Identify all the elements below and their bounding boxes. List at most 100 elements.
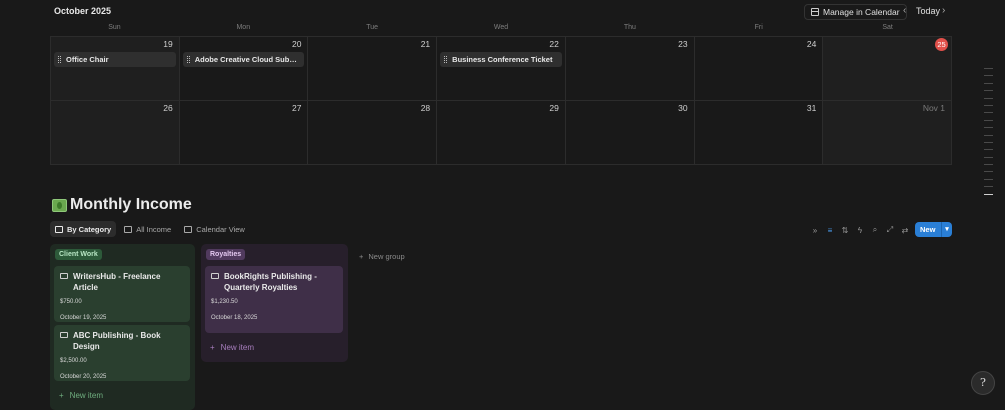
day-number: 20 xyxy=(291,39,302,49)
fullscreen-icon[interactable]: ⤢ xyxy=(886,225,894,235)
card-amount: $750.00 xyxy=(60,299,82,305)
calendar-week: 19 Office Chair 20 Adobe Creative Cloud … xyxy=(50,37,953,101)
calendar-event[interactable]: Adobe Creative Cloud Subscri... xyxy=(182,52,305,67)
weekday-label: Tue xyxy=(366,24,379,31)
calendar-day-cell[interactable]: 26 xyxy=(50,101,179,164)
card-title: ABC Publishing - Book Design xyxy=(60,330,184,352)
chevron-down-icon[interactable]: ▾ xyxy=(941,222,952,237)
board-card[interactable]: WritersHub - Freelance Article $750.00 O… xyxy=(54,266,190,322)
calendar-day-cell[interactable]: 24 xyxy=(693,37,823,100)
money-icon xyxy=(60,332,68,338)
event-title: Office Chair xyxy=(66,55,109,64)
outline-tick[interactable] xyxy=(984,156,993,158)
sort-icon[interactable]: ⇅ xyxy=(841,226,849,235)
outline-tick[interactable] xyxy=(984,82,993,84)
calendar-day-cell[interactable]: Nov 1 xyxy=(822,101,953,164)
calendar-day-cell[interactable]: 27 xyxy=(178,101,308,164)
day-number: Nov 1 xyxy=(922,103,946,113)
plus-icon: + xyxy=(59,391,64,400)
calendar-day-cell[interactable]: 21 xyxy=(307,37,436,100)
outline-tick[interactable] xyxy=(984,149,993,151)
month-title: October 2025 xyxy=(54,6,112,16)
board-group-royalties: Royalties BookRights Publishing - Quarte… xyxy=(201,244,348,362)
weekday-label: Sat xyxy=(882,24,893,31)
calendar-day-cell[interactable]: 31 xyxy=(693,101,823,164)
new-group-label: New group xyxy=(368,252,405,261)
filter-icon[interactable]: ≡ xyxy=(826,226,834,235)
page-outline-scrollbar[interactable] xyxy=(984,68,994,198)
outline-tick[interactable] xyxy=(984,97,993,99)
view-tabs: By Category All Income Calendar View xyxy=(50,221,250,237)
calendar-day-cell[interactable]: 22 Business Conference Ticket xyxy=(436,37,565,100)
outline-tick[interactable] xyxy=(984,141,993,143)
new-group-button[interactable]: + New group xyxy=(359,252,405,261)
calendar-event[interactable]: Office Chair xyxy=(54,52,176,67)
outline-tick-active[interactable] xyxy=(984,193,993,195)
calendar-day-cell[interactable]: 25 xyxy=(822,37,953,100)
outline-tick[interactable] xyxy=(984,104,993,106)
plus-icon: + xyxy=(359,252,364,261)
expand-views-icon[interactable]: » xyxy=(811,226,819,235)
calendar-week: 26 27 28 29 30 31 Nov 1 xyxy=(50,101,953,165)
outline-tick[interactable] xyxy=(984,171,993,173)
money-icon xyxy=(60,273,68,279)
card-title-text: WritersHub - Freelance Article xyxy=(73,272,161,292)
calendar-day-cell[interactable]: 28 xyxy=(307,101,436,164)
tab-label: By Category xyxy=(67,224,112,234)
new-item-button[interactable]: + New item xyxy=(210,343,254,352)
calendar-grid: 19 Office Chair 20 Adobe Creative Cloud … xyxy=(50,36,953,165)
weekday-label: Mon xyxy=(236,24,251,31)
tab-all-income[interactable]: All Income xyxy=(119,221,176,237)
outline-tick[interactable] xyxy=(984,119,993,121)
tab-label: Calendar View xyxy=(196,224,245,234)
outline-tick[interactable] xyxy=(984,127,993,129)
outline-tick[interactable] xyxy=(984,178,993,180)
outline-tick[interactable] xyxy=(984,164,993,166)
outline-tick[interactable] xyxy=(984,112,993,114)
outline-tick[interactable] xyxy=(984,186,993,188)
new-item-button[interactable]: + New item xyxy=(59,391,103,400)
day-number: 23 xyxy=(678,39,688,49)
card-date: October 19, 2025 xyxy=(60,315,107,321)
outline-tick[interactable] xyxy=(984,134,993,136)
board-card[interactable]: BookRights Publishing - Quarterly Royalt… xyxy=(205,266,343,333)
calendar-day-cell[interactable]: 20 Adobe Creative Cloud Subscri... xyxy=(178,37,308,100)
today-button[interactable]: Today xyxy=(916,6,940,16)
board-card[interactable]: ABC Publishing - Book Design $2,500.00 O… xyxy=(54,325,190,381)
automation-icon[interactable]: ϟ xyxy=(856,226,864,235)
group-tag[interactable]: Royalties xyxy=(206,249,246,260)
board-group-client-work: Client Work WritersHub - Freelance Artic… xyxy=(50,244,195,410)
calendar-day-cell[interactable]: 29 xyxy=(436,101,565,164)
settings-icon[interactable]: ⇄ xyxy=(901,226,909,235)
group-tag[interactable]: Client Work xyxy=(55,249,102,260)
card-amount: $1,230.50 xyxy=(211,299,238,305)
weekday-header: Sun Mon Tue Wed Thu Fri Sat xyxy=(50,24,952,36)
chevron-right-icon[interactable]: › xyxy=(942,5,945,16)
tab-calendar-view[interactable]: Calendar View xyxy=(179,221,250,237)
weekday-label: Fri xyxy=(754,24,763,31)
weekday-label: Thu xyxy=(623,24,636,31)
new-button[interactable]: New ▾ xyxy=(915,222,952,237)
calendar-header: October 2025 Manage in Calendar ‹ Today … xyxy=(0,0,1005,24)
calendar-day-cell[interactable]: 23 xyxy=(564,37,694,100)
drag-handle-icon xyxy=(58,56,61,63)
search-icon[interactable]: ⌕ xyxy=(871,225,879,235)
calendar-day-cell[interactable]: 30 xyxy=(564,101,694,164)
new-button-label: New xyxy=(920,225,936,234)
today-badge: 25 xyxy=(935,38,949,51)
day-number: 28 xyxy=(420,103,431,113)
calendar-day-cell[interactable]: 19 Office Chair xyxy=(50,37,179,100)
outline-tick[interactable] xyxy=(984,68,993,69)
manage-in-calendar-button[interactable]: Manage in Calendar xyxy=(804,4,907,20)
outline-tick[interactable] xyxy=(984,75,993,77)
outline-tick[interactable] xyxy=(984,90,993,92)
day-number: 22 xyxy=(549,39,559,49)
chevron-left-icon[interactable]: ‹ xyxy=(903,5,906,16)
money-icon xyxy=(211,273,219,279)
calendar-icon xyxy=(811,8,819,16)
calendar-event[interactable]: Business Conference Ticket xyxy=(440,52,562,67)
help-icon[interactable]: ? xyxy=(971,371,995,395)
board-icon xyxy=(55,225,63,233)
manage-in-calendar-label: Manage in Calendar xyxy=(823,7,900,17)
tab-by-category[interactable]: By Category xyxy=(50,221,117,237)
